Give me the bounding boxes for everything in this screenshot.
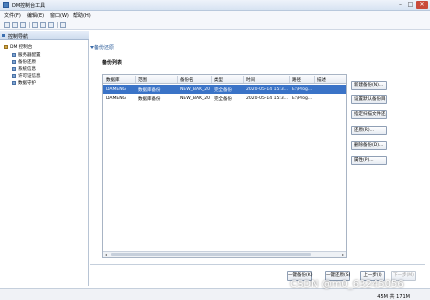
properties-button[interactable]: 属性(P)... [351, 156, 387, 165]
save-icon[interactable] [20, 22, 26, 28]
cell-backup-name: NEW_BAK_20 [180, 96, 211, 101]
bottom-divider [90, 264, 425, 265]
col-description[interactable]: 描述 [317, 77, 326, 83]
col-database[interactable]: 数据库 [106, 77, 120, 83]
tab-control-nav[interactable]: 控制导航 [8, 33, 28, 40]
table-header: 数据库 范围 备份名 类型 时间 路径 描述 [103, 75, 346, 84]
toolbar-divider [29, 22, 30, 28]
data-guard-icon [12, 80, 16, 85]
tree-item-label: 许可证信息 [18, 74, 41, 79]
tree-item-system-info[interactable]: 系统信息 [12, 66, 36, 72]
minimize-button[interactable]: – [396, 1, 405, 9]
delete-backup-button[interactable]: 删除备份(D)... [351, 141, 387, 150]
window-title: DM控制台工具 [12, 3, 46, 9]
nav-tab-icon [2, 34, 5, 37]
paste-icon[interactable] [48, 22, 54, 28]
col-path[interactable]: 路径 [292, 77, 301, 83]
maximize-button[interactable]: □ [406, 1, 415, 9]
restore-from-file-button[interactable]: 指定扫描文件还原(... [351, 110, 387, 119]
tree-item-label: 服务器配置 [18, 53, 41, 58]
col-type[interactable]: 类型 [214, 77, 223, 83]
refresh-icon[interactable] [60, 22, 66, 28]
scroll-right-icon[interactable]: ▸ [340, 252, 346, 257]
table-row[interactable]: DAMENG 数据库备份 NEW_BAK_20 完全备份 2020-05-14 … [103, 94, 346, 103]
license-icon [12, 73, 16, 78]
cell-type: 完全备份 [214, 88, 232, 93]
app-icon [3, 2, 9, 8]
set-default-backup-dir-button[interactable]: 设置默认备份目录(... [351, 95, 387, 104]
cell-path: E:\Prog... [292, 96, 313, 101]
horizontal-scrollbar[interactable]: ◂ ▸ [103, 251, 346, 257]
title-bar: DM控制台工具 – □ ✕ [0, 0, 430, 11]
tree-item-backup-restore[interactable]: 备份还原 [12, 59, 36, 65]
menu-bar: 文件(F) 编辑(E) 窗口(W) 帮助(H) [0, 11, 430, 20]
scroll-left-icon[interactable]: ◂ [103, 252, 109, 257]
column-divider[interactable] [135, 76, 136, 83]
column-divider[interactable] [243, 76, 244, 83]
menu-window[interactable]: 窗口(W) [50, 12, 69, 19]
cell-type: 完全备份 [214, 97, 232, 102]
tree-root-label: DM 控制台 [10, 45, 33, 50]
copy-icon[interactable] [40, 22, 46, 28]
section-title: 备份还原 [94, 45, 115, 51]
tree-item-label: 备份还原 [18, 60, 36, 65]
menu-file[interactable]: 文件(F) [4, 12, 21, 19]
column-divider[interactable] [289, 76, 290, 83]
column-divider[interactable] [177, 76, 178, 83]
col-time[interactable]: 时间 [246, 77, 255, 83]
tree-item-label: 系统信息 [18, 67, 36, 72]
backup-list-title: 备份列表 [102, 60, 123, 66]
cell-database: DAMENG [106, 96, 127, 101]
system-info-icon [12, 66, 16, 71]
col-backup-name[interactable]: 备份名 [180, 77, 194, 83]
cell-time: 2020-05-14 15:3... [246, 87, 288, 92]
new-backup-button[interactable]: 新建备份(N)... [351, 81, 387, 90]
nav-panel: 控制导航 DM 控制台 服务器配置 备份还原 系统信息 许可证信息 数据守护 [0, 31, 89, 286]
backup-icon [12, 59, 16, 64]
cell-scope: 数据库备份 [138, 88, 161, 93]
table-row[interactable]: DAMENG 数据库备份 NEW_BAK_20 完全备份 2020-05-14 … [103, 85, 346, 94]
toolbar [0, 20, 430, 30]
cell-backup-name: NEW_BAK_20 [180, 87, 211, 92]
col-scope[interactable]: 范围 [138, 77, 147, 83]
server-config-icon [12, 52, 16, 57]
scrollbar-thumb[interactable] [111, 253, 311, 256]
watermark-text: CSDN @m0_63245056 [290, 279, 404, 290]
cell-path: E:\Prog... [292, 87, 313, 92]
tree-item-server-config[interactable]: 服务器配置 [12, 52, 41, 58]
menu-help[interactable]: 帮助(H) [73, 12, 91, 19]
column-divider[interactable] [211, 76, 212, 83]
toolbar-divider [57, 22, 58, 28]
cell-time: 2020-05-14 15:3... [246, 96, 288, 101]
nav-panel-header: 控制导航 [0, 31, 89, 40]
new-icon[interactable] [4, 22, 10, 28]
tree-item-license-info[interactable]: 许可证信息 [12, 73, 41, 79]
tree-root-dm-console[interactable]: DM 控制台 [4, 44, 32, 50]
column-divider[interactable] [314, 76, 315, 83]
cell-database: DAMENG [106, 87, 127, 92]
tree-item-data-guard[interactable]: 数据守护 [12, 80, 36, 86]
close-button[interactable]: ✕ [416, 1, 428, 9]
cell-scope: 数据库备份 [138, 97, 161, 102]
menu-edit[interactable]: 编辑(E) [27, 12, 44, 19]
memory-usage: 45M 共 171M [377, 294, 410, 300]
backup-table: 数据库 范围 备份名 类型 时间 路径 描述 DAMENG 数据库备份 NEW_… [102, 74, 347, 258]
open-icon[interactable] [12, 22, 18, 28]
cut-icon[interactable] [32, 22, 38, 28]
restore-button[interactable]: 还原(R)... [351, 126, 387, 135]
console-icon [4, 44, 8, 49]
tree-item-label: 数据守护 [18, 81, 36, 86]
